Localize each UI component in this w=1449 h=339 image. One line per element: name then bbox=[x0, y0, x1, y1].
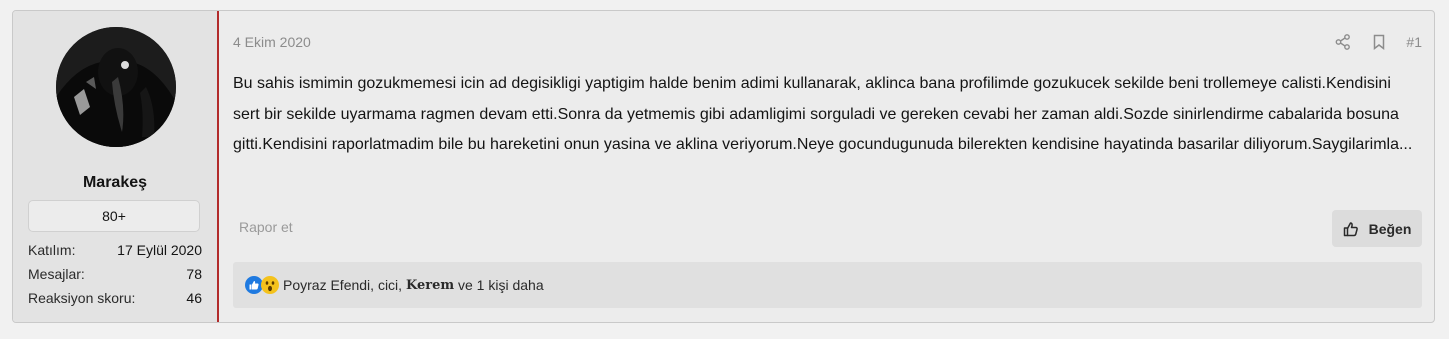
message-post: Marakeş 80+ Katılım: 17 Eylül 2020 Mesaj… bbox=[12, 10, 1435, 323]
stat-value: 46 bbox=[186, 290, 202, 306]
stat-value: 78 bbox=[186, 266, 202, 282]
reactions-bar[interactable]: Poyraz Efendi, cici, Kerem ve 1 kişi dah… bbox=[233, 262, 1422, 308]
stat-value: 17 Eylül 2020 bbox=[117, 242, 202, 258]
report-link[interactable]: Rapor et bbox=[239, 219, 293, 235]
stat-messages: Mesajlar: 78 bbox=[28, 262, 202, 286]
reaction-icons bbox=[245, 276, 279, 294]
stat-joined: Katılım: 17 Eylül 2020 bbox=[28, 238, 202, 262]
post-date[interactable]: 4 Ekim 2020 bbox=[233, 34, 311, 50]
user-info-panel: Marakeş 80+ Katılım: 17 Eylül 2020 Mesaj… bbox=[13, 11, 219, 322]
stat-reaction-score: Reaksiyon skoru: 46 bbox=[28, 286, 202, 310]
stat-label: Reaksiyon skoru: bbox=[28, 290, 136, 306]
like-button[interactable]: Beğen bbox=[1332, 210, 1422, 247]
post-message-body: Bu sahis ismimin gozukmemesi icin ad deg… bbox=[233, 75, 1413, 153]
post-actions: #1 bbox=[1334, 33, 1422, 51]
reaction-more[interactable]: ve 1 kişi daha bbox=[454, 277, 544, 293]
stat-label: Mesajlar: bbox=[28, 266, 85, 282]
user-badge: 80+ bbox=[28, 200, 200, 232]
share-icon[interactable] bbox=[1334, 33, 1352, 51]
thumbs-up-icon bbox=[1343, 221, 1359, 237]
username[interactable]: Marakeş bbox=[13, 174, 217, 192]
user-avatar[interactable] bbox=[56, 27, 176, 147]
reaction-name-bold[interactable]: Kerem bbox=[406, 278, 454, 293]
stat-label: Katılım: bbox=[28, 242, 76, 258]
reaction-names[interactable]: Poyraz Efendi, cici, bbox=[283, 277, 406, 293]
like-label: Beğen bbox=[1368, 220, 1412, 237]
post-number-link[interactable]: #1 bbox=[1406, 34, 1422, 50]
bookmark-icon[interactable] bbox=[1370, 33, 1388, 51]
wow-reaction-icon bbox=[261, 276, 279, 294]
user-stats: Katılım: 17 Eylül 2020 Mesajlar: 78 Reak… bbox=[28, 238, 202, 310]
